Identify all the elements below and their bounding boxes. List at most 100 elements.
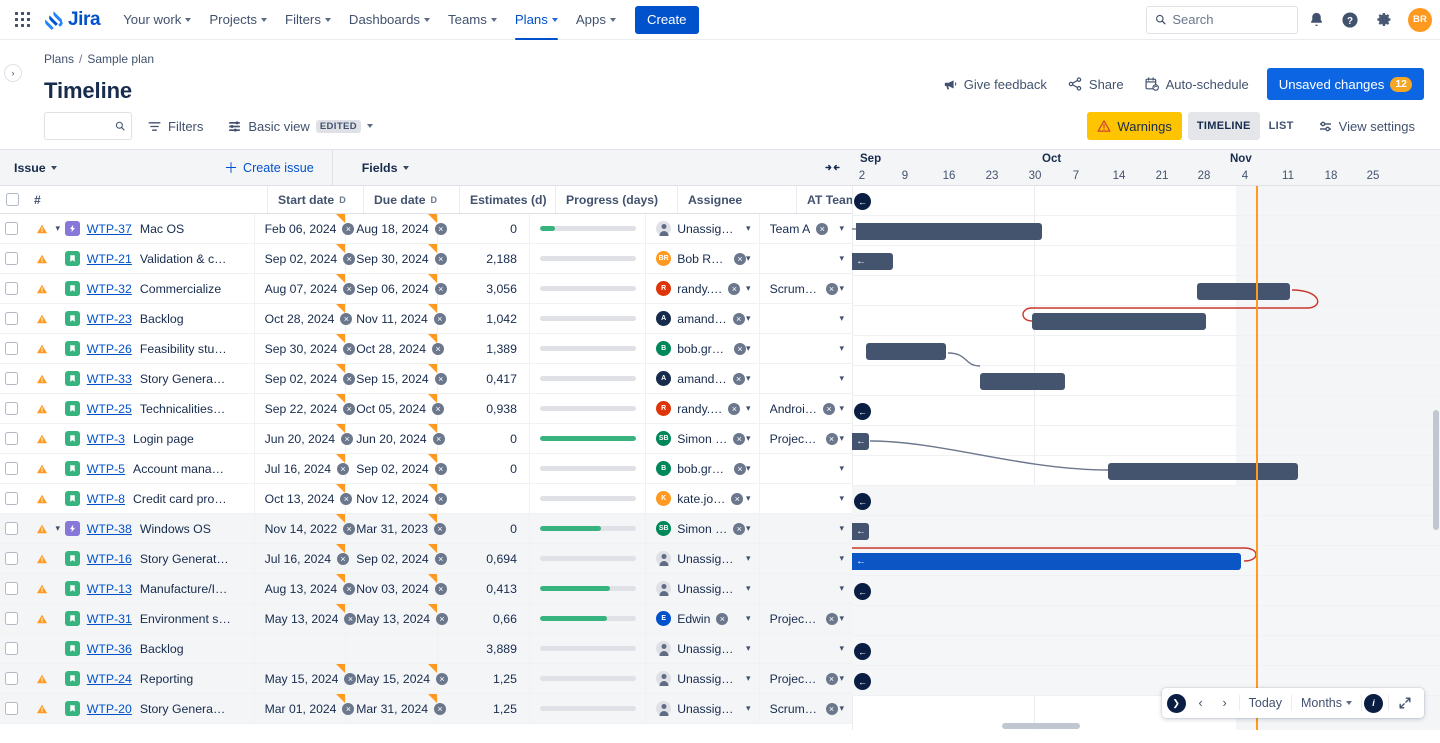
start-date-cell[interactable]: May 13, 2024 ×: [255, 604, 357, 633]
team-cell[interactable]: ▾: [760, 244, 852, 273]
collapse-fields-button[interactable]: [825, 162, 840, 173]
start-date-cell[interactable]: Sep 02, 2024 ×: [255, 364, 356, 393]
due-date-cell[interactable]: May 13, 2024 ×: [346, 604, 449, 633]
table-row[interactable]: WTP-25 Technicalities… Sep 22, 2024 × Oct…: [0, 394, 852, 424]
assignee-cell[interactable]: A amand… × ▾: [646, 364, 760, 393]
assignee-cell[interactable]: A amand… × ▾: [646, 304, 760, 333]
assignee-cell[interactable]: E Edwin × ▾: [646, 604, 760, 633]
team-cell[interactable]: ▾: [760, 364, 852, 393]
table-row[interactable]: WTP-24 Reporting May 15, 2024 × May 15, 2…: [0, 664, 852, 694]
clear-assignee-icon[interactable]: ×: [734, 252, 747, 265]
table-row[interactable]: ▾ WTP-37 Mac OS Feb 06, 2024 × Aug 18, 20…: [0, 214, 852, 244]
start-date-cell[interactable]: Sep 22, 2024 ×: [255, 394, 356, 423]
timeline-row[interactable]: [852, 516, 1440, 546]
row-warning-icon[interactable]: [33, 223, 51, 235]
clear-assignee-icon[interactable]: ×: [728, 402, 741, 415]
issue-key-link[interactable]: WTP-13: [87, 582, 132, 596]
assignee-dropdown-icon[interactable]: ▾: [746, 253, 751, 264]
row-warning-icon[interactable]: [33, 463, 51, 475]
due-date-cell[interactable]: Nov 11, 2024 ×: [346, 304, 446, 333]
warnings-button[interactable]: Warnings: [1087, 112, 1182, 140]
estimate-cell[interactable]: 0,694: [438, 544, 530, 573]
team-cell[interactable]: ▾: [760, 334, 852, 363]
start-date-cell[interactable]: Sep 02, 2024 ×: [255, 244, 356, 273]
row-checkbox[interactable]: [4, 612, 18, 625]
notifications-bell-icon[interactable]: [1300, 4, 1332, 36]
team-dropdown-icon[interactable]: ▾: [840, 373, 845, 384]
start-date-cell[interactable]: Jun 20, 2024 ×: [255, 424, 354, 453]
clear-team-icon[interactable]: ×: [825, 282, 838, 295]
team-cell[interactable]: ▾: [760, 304, 852, 333]
due-date-cell[interactable]: Sep 06, 2024 ×: [346, 274, 447, 303]
scroll-to-content-button[interactable]: ❯: [1166, 693, 1186, 713]
assignee-cell[interactable]: B bob.gre… × ▾: [646, 334, 760, 363]
view-selector-button[interactable]: Basic view EDITED: [218, 111, 382, 141]
team-cell[interactable]: ▾: [760, 484, 852, 513]
table-row[interactable]: WTP-32 Commercialize Aug 07, 2024 × Sep 0…: [0, 274, 852, 304]
timeline-bar[interactable]: [980, 373, 1065, 390]
column-header-estimates[interactable]: Estimates (d): [460, 186, 556, 213]
issue-key-link[interactable]: WTP-25: [87, 402, 132, 416]
assignee-dropdown-icon[interactable]: ▾: [746, 583, 751, 594]
estimate-cell[interactable]: 0,413: [438, 574, 530, 603]
row-checkbox[interactable]: [4, 462, 18, 475]
table-row[interactable]: WTP-5 Account mana… Jul 16, 2024 × Sep 02…: [0, 454, 852, 484]
row-warning-icon[interactable]: [33, 493, 51, 505]
start-date-cell[interactable]: May 15, 2024 ×: [255, 664, 357, 693]
team-cell[interactable]: ▾: [760, 514, 852, 543]
row-checkbox[interactable]: [4, 432, 18, 445]
nav-item-apps[interactable]: Apps: [567, 0, 625, 40]
due-date-cell[interactable]: Nov 03, 2024 ×: [346, 574, 447, 603]
timeline-row[interactable]: [852, 396, 1440, 426]
scroll-to-bar-pill[interactable]: ←: [854, 493, 871, 510]
give-feedback-button[interactable]: Give feedback: [934, 69, 1055, 99]
timeline-bar[interactable]: ←: [852, 433, 869, 450]
start-date-cell[interactable]: Oct 13, 2024 ×: [255, 484, 353, 513]
timeline-row[interactable]: [852, 576, 1440, 606]
due-date-cell[interactable]: Mar 31, 2023 ×: [346, 514, 447, 543]
start-date-cell[interactable]: Jul 16, 2024 ×: [255, 544, 350, 573]
select-all-checkbox[interactable]: [5, 193, 19, 206]
clear-team-icon[interactable]: ×: [825, 612, 838, 625]
assignee-dropdown-icon[interactable]: ▾: [746, 343, 751, 354]
table-row[interactable]: WTP-31 Environment s… May 13, 2024 × May …: [0, 604, 852, 634]
row-warning-icon[interactable]: [33, 283, 51, 295]
expand-sidebar-button[interactable]: ›: [4, 64, 22, 82]
issue-key-link[interactable]: WTP-37: [87, 222, 132, 236]
estimate-cell[interactable]: 3,889: [438, 634, 530, 663]
tab-list[interactable]: LIST: [1260, 112, 1303, 140]
assignee-dropdown-icon[interactable]: ▾: [746, 553, 751, 564]
clear-team-icon[interactable]: ×: [825, 432, 838, 445]
due-date-cell[interactable]: Oct 28, 2024 ×: [346, 334, 444, 363]
issue-key-link[interactable]: WTP-8: [87, 492, 125, 506]
team-dropdown-icon[interactable]: ▾: [840, 583, 845, 594]
scroll-to-bar-pill[interactable]: ←: [854, 193, 871, 210]
assignee-dropdown-icon[interactable]: ▾: [746, 373, 751, 384]
assignee-dropdown-icon[interactable]: ▾: [746, 643, 751, 654]
unsaved-changes-button[interactable]: Unsaved changes 12: [1266, 68, 1424, 100]
row-warning-icon[interactable]: [33, 553, 51, 565]
assignee-cell[interactable]: Unassigned ▾: [646, 544, 760, 573]
due-date-cell[interactable]: Aug 18, 2024 ×: [346, 214, 447, 243]
assignee-dropdown-icon[interactable]: ▾: [746, 283, 751, 294]
start-date-cell[interactable]: Aug 13, 2024 ×: [255, 574, 356, 603]
row-checkbox[interactable]: [4, 312, 18, 325]
start-date-cell[interactable]: Feb 06, 2024 ×: [255, 214, 355, 243]
row-expander-toggle[interactable]: ▾: [51, 523, 65, 534]
issue-key-link[interactable]: WTP-3: [87, 432, 125, 446]
team-dropdown-icon[interactable]: ▾: [840, 553, 845, 564]
assignee-dropdown-icon[interactable]: ▾: [746, 703, 751, 714]
tab-timeline[interactable]: TIMELINE: [1187, 112, 1260, 140]
team-cell[interactable]: Team A × ▾: [760, 214, 852, 243]
estimate-cell[interactable]: 1,042: [438, 304, 530, 333]
assignee-dropdown-icon[interactable]: ▾: [746, 523, 751, 534]
table-row[interactable]: WTP-20 Story Genera… Mar 01, 2024 × Mar 3…: [0, 694, 852, 724]
row-checkbox[interactable]: [4, 522, 18, 535]
clear-assignee-icon[interactable]: ×: [716, 612, 729, 625]
table-row[interactable]: ▾ WTP-38 Windows OS Nov 14, 2022 × Mar 31…: [0, 514, 852, 544]
team-cell[interactable]: Project… × ▾: [760, 664, 852, 693]
previous-period-button[interactable]: ‹: [1189, 691, 1213, 715]
scroll-to-bar-pill[interactable]: ←: [854, 583, 871, 600]
team-cell[interactable]: Project… × ▾: [760, 424, 852, 453]
timeline-bar[interactable]: [1197, 283, 1290, 300]
